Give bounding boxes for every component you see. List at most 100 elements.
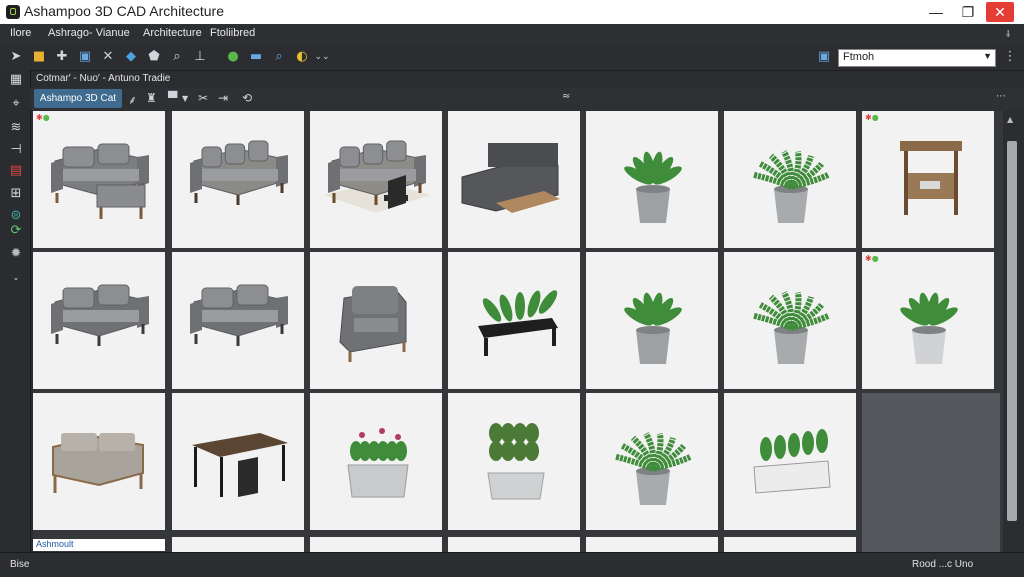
catalog-item[interactable] xyxy=(586,252,718,389)
catalog-item-thumbnail xyxy=(51,143,149,219)
catalog-item[interactable] xyxy=(33,393,165,530)
catalog-item[interactable] xyxy=(310,537,442,552)
calendar-icon[interactable]: ▤ xyxy=(8,163,24,179)
catalog-item-thumbnail xyxy=(52,433,144,493)
layer-icon[interactable]: ⊜ xyxy=(8,208,24,224)
catalog-label: Ashmoult xyxy=(36,539,74,549)
catalog-item[interactable] xyxy=(724,111,856,248)
menu-item-extras[interactable]: Ftoliibred xyxy=(210,27,255,39)
stairs-icon[interactable]: ≋ xyxy=(8,120,24,136)
menu-pin-icon[interactable]: ⸸ xyxy=(1006,27,1010,40)
dimension-icon[interactable]: ⊣ xyxy=(8,142,24,158)
resize-handle-icon[interactable]: ≈ xyxy=(562,91,570,102)
options-icon[interactable]: ⋮ xyxy=(1002,49,1018,65)
save-icon[interactable]: ▣ xyxy=(77,49,93,65)
catalog-item[interactable] xyxy=(172,393,304,530)
catalog-item[interactable] xyxy=(448,252,580,389)
more-icon[interactable]: ⌄⌄ xyxy=(314,49,330,65)
move-icon[interactable]: ✚ xyxy=(54,49,70,65)
menu-item-file[interactable]: Ilore xyxy=(10,27,31,39)
chevron-down-icon: ▼ xyxy=(983,51,992,61)
catalog-item[interactable] xyxy=(448,393,580,530)
arrow-icon[interactable]: ⇥ xyxy=(218,91,228,105)
catalog-item[interactable] xyxy=(448,111,580,248)
favorite-badge-icon: ✱● xyxy=(865,113,879,122)
window-title: Ashampoo 3D CAD Architecture xyxy=(24,3,224,19)
navigate-icon[interactable]: ⬟ xyxy=(146,49,162,65)
pointer-icon[interactable]: ➤ xyxy=(8,49,24,65)
catalog-item-thumbnail xyxy=(461,143,560,213)
wall-icon[interactable]: ▦ xyxy=(8,72,24,88)
filter-dropdown[interactable]: Ftmoh ▼ xyxy=(838,49,996,67)
catalog-item[interactable] xyxy=(586,537,718,552)
catalog-item[interactable] xyxy=(310,252,442,389)
catalog-item[interactable] xyxy=(724,537,856,552)
panel-menu-icon[interactable]: ⋯ xyxy=(996,91,1006,102)
comment-icon[interactable]: ▀ xyxy=(168,91,177,105)
catalog-item[interactable] xyxy=(172,252,304,389)
catalog-item-thumbnail xyxy=(752,291,830,364)
catalog-path: Cotmar′ - Nuo′ - Antuno Tradie xyxy=(36,73,171,84)
app-logo-icon xyxy=(6,5,20,19)
catalog-item[interactable] xyxy=(586,393,718,530)
catalog-item[interactable] xyxy=(172,537,304,552)
catalog-item-thumbnail xyxy=(347,428,409,498)
catalog-item[interactable]: ✱● xyxy=(862,252,994,389)
window-icon[interactable]: ⊞ xyxy=(8,186,24,202)
scroll-up-icon[interactable]: ▲ xyxy=(1007,115,1013,124)
paint-icon[interactable]: ■ xyxy=(31,49,47,65)
save-view-icon[interactable]: ▣ xyxy=(816,49,832,65)
snap-icon[interactable]: ⊥ xyxy=(192,49,208,65)
catalog-label-strip: Ashmoult xyxy=(33,539,165,551)
cut-icon[interactable]: ✕ xyxy=(100,49,116,65)
catalog-item-thumbnail xyxy=(190,284,288,346)
catalog-item[interactable] xyxy=(448,537,580,552)
catalog-item-thumbnail xyxy=(192,433,288,497)
cube-icon[interactable]: ◆ xyxy=(123,49,139,65)
catalog-item-thumbnail xyxy=(487,423,545,500)
catalog-item[interactable] xyxy=(310,111,442,248)
gear-icon[interactable]: ✹ xyxy=(8,246,24,262)
catalog-item-thumbnail xyxy=(624,151,682,223)
maximize-button[interactable]: ❐ xyxy=(954,2,982,22)
catalog-grid: ✱● ✱● ✱● xyxy=(33,111,1003,552)
catalog-item[interactable] xyxy=(724,252,856,389)
catalog-scrollbar[interactable]: ▲ xyxy=(1003,111,1021,552)
catalog-item-thumbnail xyxy=(752,150,830,223)
catalog-item[interactable]: ✱● xyxy=(862,111,994,248)
catalog-item[interactable] xyxy=(586,111,718,248)
close-button[interactable]: ✕ xyxy=(986,2,1014,22)
catalog-item[interactable] xyxy=(724,393,856,530)
library-toolbar: Ashampo 3D Cat ⸙ ♜ ▀ ▼ ✂ ⇥ ⟲ ≈ ⋯ xyxy=(30,88,1024,110)
library-tab[interactable]: Ashampo 3D Cat xyxy=(34,89,122,108)
catalog-item-thumbnail xyxy=(753,429,831,494)
chevron-down-icon[interactable]: ▼ xyxy=(182,94,188,103)
scissors-icon[interactable]: ✂ xyxy=(198,91,208,105)
catalog-item[interactable] xyxy=(172,111,304,248)
left-toolbar: ▦ ⌖ ≋ ⊣ ▤ ⊞ ⊜ ⟳ ✹ ⌄ xyxy=(0,70,31,552)
menu-item-view[interactable]: Ashrago- Vianue xyxy=(48,27,130,39)
pointer-icon[interactable]: ⌖ xyxy=(8,96,24,112)
scrollbar-thumb[interactable] xyxy=(1007,141,1017,521)
color-icon[interactable]: ◐ xyxy=(294,49,310,65)
catalog-item-thumbnail xyxy=(614,432,692,505)
status-right: Rood ...c Uno xyxy=(912,559,974,570)
zoom-icon[interactable]: ⌕ xyxy=(169,49,185,65)
favorite-badge-icon: ✱● xyxy=(36,113,50,122)
catalog-item[interactable] xyxy=(310,393,442,530)
catalog-item-thumbnail xyxy=(339,286,407,362)
minimize-button[interactable]: — xyxy=(922,2,950,22)
menu-item-architecture[interactable]: Architecture xyxy=(143,27,202,39)
refresh-icon[interactable]: ⟳ xyxy=(8,223,24,239)
brush-icon[interactable]: ⸙ xyxy=(128,91,137,108)
catalog-item-thumbnail xyxy=(51,284,149,346)
search-icon[interactable]: ⌕ xyxy=(271,49,287,65)
rotate-icon[interactable]: ⟲ xyxy=(242,91,252,105)
material-icon[interactable]: ● xyxy=(225,49,241,65)
stamp-icon[interactable]: ♜ xyxy=(146,91,157,105)
catalog-item-thumbnail xyxy=(190,140,288,205)
expand-icon[interactable]: ⌄ xyxy=(8,270,24,286)
screen-icon[interactable]: ▬ xyxy=(248,49,264,65)
catalog-item[interactable] xyxy=(33,252,165,389)
catalog-item[interactable]: ✱● xyxy=(33,111,165,248)
